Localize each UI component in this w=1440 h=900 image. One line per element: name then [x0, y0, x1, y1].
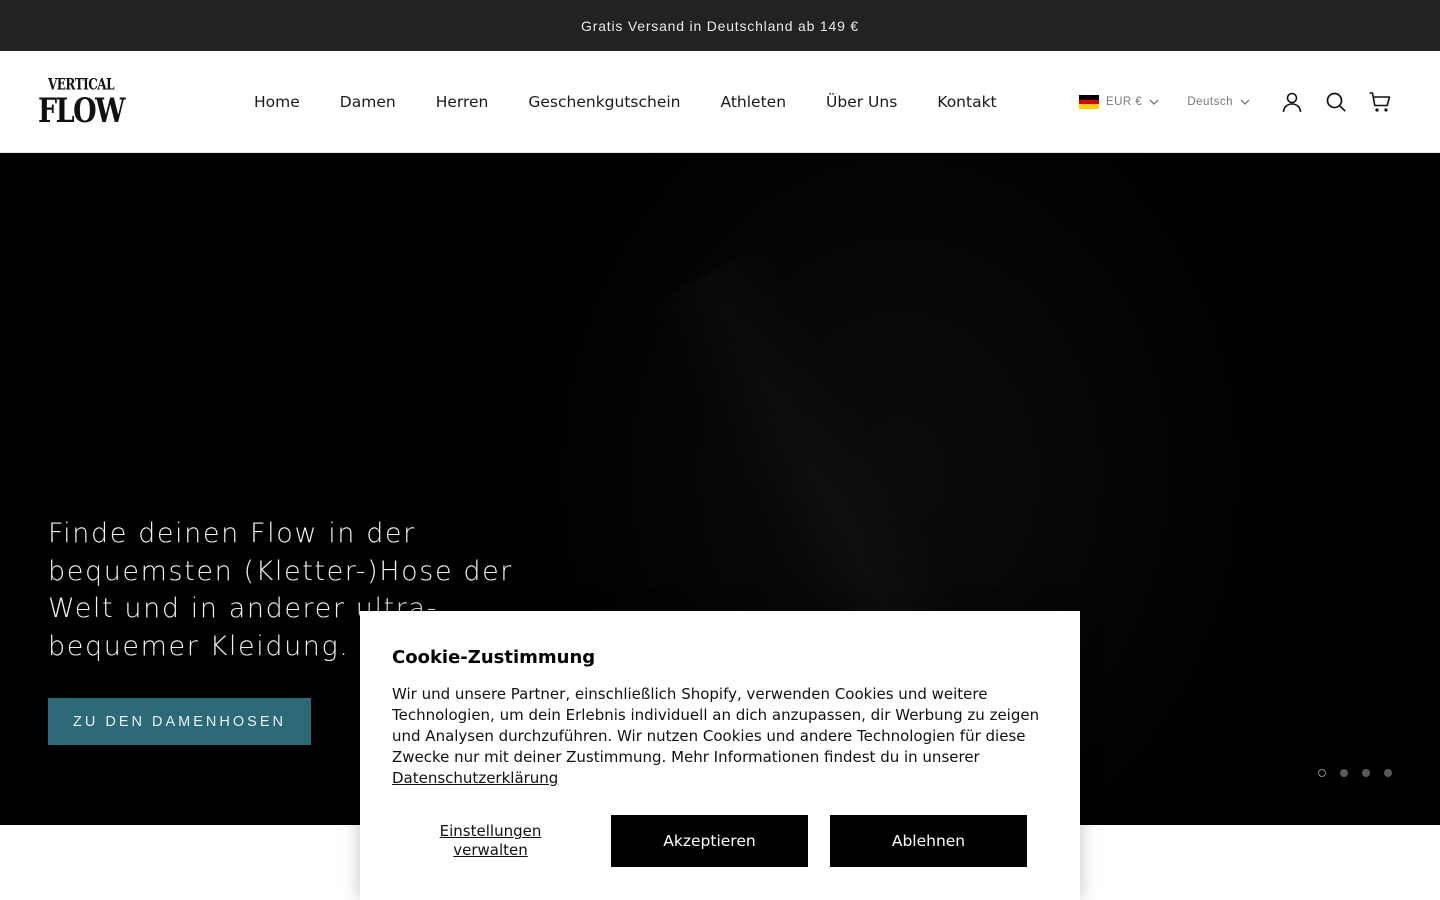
nav-item-herren[interactable]: Herren — [436, 93, 489, 111]
search-icon[interactable] — [1324, 90, 1348, 114]
slideshow-dots — [1318, 769, 1392, 777]
account-icon[interactable] — [1280, 90, 1304, 114]
germany-flag-icon — [1078, 95, 1099, 109]
header-actions: EUR € Deutsch — [1078, 51, 1392, 153]
language-selector[interactable]: Deutsch — [1187, 96, 1250, 108]
slide-dot-2[interactable] — [1340, 769, 1348, 777]
cart-icon[interactable] — [1368, 90, 1392, 114]
manage-settings-button[interactable]: Einstellungen verwalten — [392, 815, 589, 867]
accept-button[interactable]: Akzeptieren — [611, 815, 808, 867]
site-header: VERTICAL FLOW Home Damen Herren Geschenk… — [0, 51, 1440, 153]
cookie-actions: Einstellungen verwalten Akzeptieren Able… — [392, 815, 1027, 867]
nav-item-kontakt[interactable]: Kontakt — [937, 93, 996, 111]
cookie-consent-dialog: Cookie-Zustimmung Wir und unsere Partner… — [360, 611, 1080, 900]
privacy-policy-link[interactable]: Datenschutzerklärung — [392, 769, 558, 787]
logo-text-bottom: FLOW — [38, 92, 126, 131]
cookie-title: Cookie-Zustimmung — [392, 647, 596, 668]
nav-item-geschenkgutschein[interactable]: Geschenkgutschein — [528, 93, 680, 111]
currency-selector[interactable]: EUR € — [1078, 95, 1159, 109]
language-value: Deutsch — [1187, 96, 1233, 108]
announcement-text: Gratis Versand in Deutschland ab 149 € — [581, 17, 859, 34]
nav-item-ueber-uns[interactable]: Über Uns — [826, 93, 897, 111]
announcement-bar: Gratis Versand in Deutschland ab 149 € — [0, 0, 1440, 51]
chevron-down-icon — [1149, 99, 1159, 105]
cookie-text: Wir und unsere Partner, einschließlich S… — [392, 684, 1048, 789]
cookie-body-text: Wir und unsere Partner, einschließlich S… — [392, 685, 1040, 766]
site-logo[interactable]: VERTICAL FLOW — [38, 69, 126, 135]
currency-value: EUR € — [1105, 96, 1143, 108]
main-nav: Home Damen Herren Geschenkgutschein Athl… — [254, 51, 997, 153]
nav-item-home[interactable]: Home — [254, 93, 300, 111]
logo-text-top: VERTICAL — [47, 74, 115, 94]
nav-item-athleten[interactable]: Athleten — [721, 93, 787, 111]
chevron-down-icon — [1240, 99, 1250, 105]
slide-dot-3[interactable] — [1362, 769, 1370, 777]
decline-button[interactable]: Ablehnen — [830, 815, 1027, 867]
hero-cta-button[interactable]: ZU DEN DAMENHOSEN — [48, 698, 311, 745]
slide-dot-4[interactable] — [1384, 769, 1392, 777]
nav-item-damen[interactable]: Damen — [340, 93, 396, 111]
slide-dot-1[interactable] — [1318, 769, 1326, 777]
